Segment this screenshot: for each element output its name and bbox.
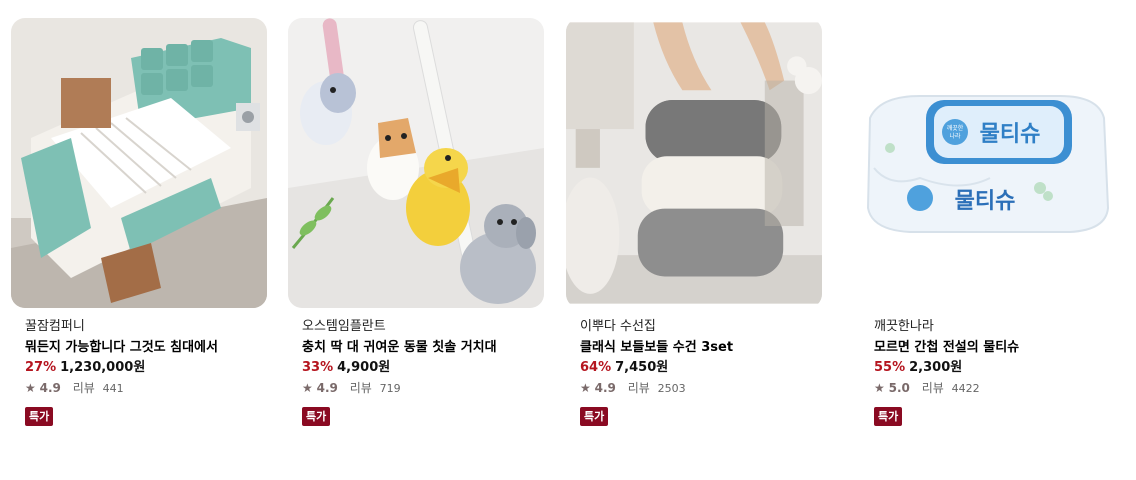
rating-row: ★ 4.9 리뷰 2503 (580, 379, 822, 397)
review-count: 4422 (951, 382, 980, 395)
price-row: 55% 2,300원 (874, 359, 1116, 377)
product-card-bed[interactable]: 꿀잠컴퍼니 뭐든지 가능합니다 그것도 침대에서 27% 1,230,000원 ★… (11, 18, 267, 426)
rating-row: ★ 4.9 리뷰 441 (25, 379, 267, 397)
special-deal-badge: 특가 (25, 407, 54, 426)
product-image-wet-wipes[interactable]: 깨끗한 나라 물티슈 물티슈 (860, 18, 1116, 308)
star-icon: ★ (302, 381, 313, 395)
product-brand: 이뿌다 수선집 (580, 319, 656, 334)
review-label: 리뷰 (921, 381, 944, 395)
rating-row: ★ 5.0 리뷰 4422 (874, 379, 1116, 397)
review-label: 리뷰 (627, 381, 650, 395)
wet-wipes-image: 깨끗한 나라 물티슈 물티슈 (860, 18, 1116, 308)
toothbrush-holder-image (288, 18, 544, 308)
star-icon: ★ (25, 381, 36, 395)
bed-image (11, 18, 267, 308)
product-brand: 꿀잠컴퍼니 (25, 319, 85, 334)
discount-rate: 55% (874, 360, 906, 375)
sale-price: 7,450원 (615, 360, 669, 375)
wipes-brand-logo-text: 깨끗한 (947, 124, 964, 132)
product-image-bed[interactable] (11, 18, 267, 308)
product-title[interactable]: 모르면 간첩 전설의 물티슈 (874, 339, 1114, 357)
sale-price: 4,900원 (337, 360, 391, 375)
wipes-lid-product-name: 물티슈 (980, 122, 1041, 147)
review-count: 719 (379, 382, 401, 395)
product-title[interactable]: 클래식 보들보들 수건 3set (580, 339, 820, 357)
price-row: 64% 7,450원 (580, 359, 822, 377)
rating-score: 4.9 (594, 381, 616, 395)
product-brand: 깨끗한나라 (874, 319, 934, 334)
product-card-toothbrush-holder[interactable]: 오스템임플란트 충치 딱 대 귀여운 동물 칫솔 거치대 33% 4,900원 ★… (288, 18, 544, 426)
price-row: 27% 1,230,000원 (25, 359, 267, 377)
rating-score: 4.9 (39, 381, 61, 395)
star-icon: ★ (874, 381, 885, 395)
product-title[interactable]: 뭐든지 가능합니다 그것도 침대에서 (25, 339, 265, 357)
star-icon: ★ (580, 381, 591, 395)
product-card-towels[interactable]: 이뿌다 수선집 클래식 보들보들 수건 3set 64% 7,450원 ★ 4.9… (566, 18, 822, 426)
rating-score: 5.0 (888, 381, 910, 395)
product-title[interactable]: 충치 딱 대 귀여운 동물 칫솔 거치대 (302, 339, 542, 357)
product-card-wet-wipes[interactable]: 깨끗한 나라 물티슈 물티슈 깨끗한나라 모르면 간첩 전설의 물티슈 55% 2… (860, 18, 1116, 426)
rating-score: 4.9 (316, 381, 338, 395)
product-image-toothbrush-holder[interactable] (288, 18, 544, 308)
special-deal-badge: 특가 (302, 407, 331, 426)
discount-rate: 27% (25, 360, 57, 375)
special-deal-badge: 특가 (874, 407, 903, 426)
rating-row: ★ 4.9 리뷰 719 (302, 379, 544, 397)
special-deal-badge: 특가 (580, 407, 609, 426)
sale-price: 2,300원 (909, 360, 963, 375)
review-count: 441 (102, 382, 124, 395)
product-image-towels[interactable] (566, 18, 822, 308)
wipes-brand-logo-text-2: 나라 (949, 132, 961, 140)
product-brand: 오스템임플란트 (302, 319, 386, 334)
wipes-pack-product-name: 물티슈 (955, 189, 1016, 214)
review-count: 2503 (657, 382, 686, 395)
discount-rate: 33% (302, 360, 334, 375)
discount-rate: 64% (580, 360, 612, 375)
sale-price: 1,230,000원 (60, 360, 146, 375)
towels-image (566, 22, 822, 304)
review-label: 리뷰 (72, 381, 95, 395)
price-row: 33% 4,900원 (302, 359, 544, 377)
review-label: 리뷰 (349, 381, 372, 395)
